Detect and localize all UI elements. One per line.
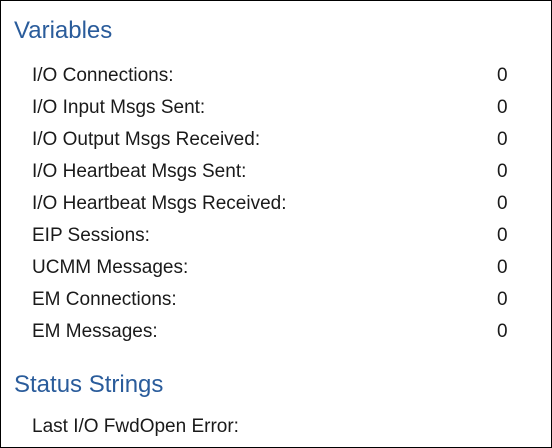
status-row-last-io-fwdopen-error: Last I/O FwdOpen Error: <box>32 411 532 443</box>
variables-heading: Variables <box>14 17 113 44</box>
variable-label: I/O Input Msgs Sent: <box>32 97 206 118</box>
variable-label: I/O Heartbeat Msgs Sent: <box>32 161 247 182</box>
variable-value: 0 <box>497 225 508 246</box>
variable-row-io-output-msgs-received: I/O Output Msgs Received: 0 <box>32 124 532 156</box>
variable-row-io-heartbeat-msgs-sent: I/O Heartbeat Msgs Sent: 0 <box>32 156 532 188</box>
variable-row-em-messages: EM Messages: 0 <box>32 316 532 348</box>
variable-row-em-connections: EM Connections: 0 <box>32 284 532 316</box>
variable-label: EIP Sessions: <box>32 225 150 246</box>
variable-value: 0 <box>497 161 508 182</box>
variable-value: 0 <box>497 97 508 118</box>
status-strings-heading: Status Strings <box>14 371 164 398</box>
variable-row-io-heartbeat-msgs-received: I/O Heartbeat Msgs Received: 0 <box>32 188 532 220</box>
statistics-panel: Variables I/O Connections: 0 I/O Input M… <box>0 0 552 448</box>
variable-value: 0 <box>497 65 508 86</box>
variable-row-io-connections: I/O Connections: 0 <box>32 60 532 92</box>
variable-label: I/O Output Msgs Received: <box>32 129 261 150</box>
variable-label: UCMM Messages: <box>32 257 189 278</box>
variable-value: 0 <box>497 321 508 342</box>
variable-value: 0 <box>497 193 508 214</box>
variable-value: 0 <box>497 257 508 278</box>
variable-label: EM Messages: <box>32 321 158 342</box>
variable-row-eip-sessions: EIP Sessions: 0 <box>32 220 532 252</box>
variable-label: EM Connections: <box>32 289 177 310</box>
status-label: Last I/O FwdOpen Error: <box>32 416 239 437</box>
variable-value: 0 <box>497 129 508 150</box>
variable-row-io-input-msgs-sent: I/O Input Msgs Sent: 0 <box>32 92 532 124</box>
variable-value: 0 <box>497 289 508 310</box>
variable-label: I/O Connections: <box>32 65 174 86</box>
variable-label: I/O Heartbeat Msgs Received: <box>32 193 287 214</box>
variable-row-ucmm-messages: UCMM Messages: 0 <box>32 252 532 284</box>
